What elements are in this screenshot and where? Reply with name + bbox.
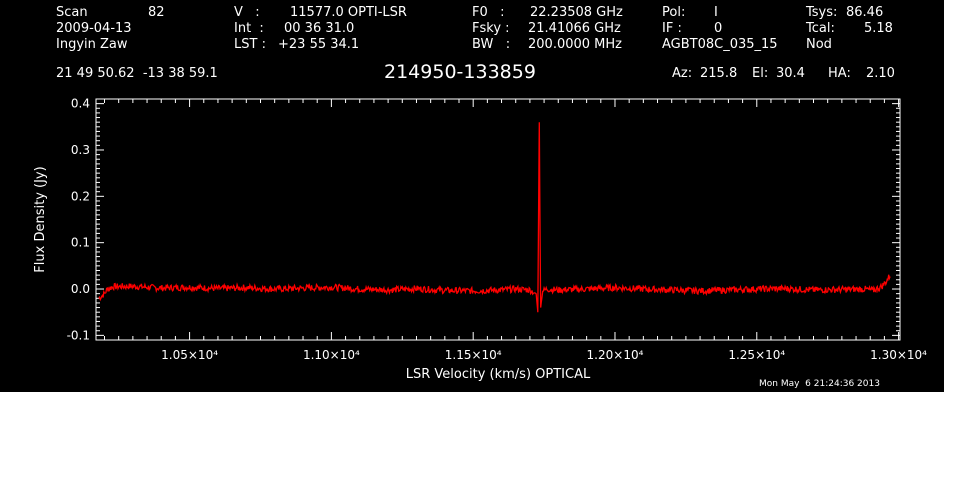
y-tick-label: -0.1 xyxy=(67,328,90,342)
y-tick-labels: -0.1 0.0 0.1 0.2 0.3 0.4 xyxy=(67,97,90,343)
y-tick-label: 0.3 xyxy=(71,143,90,157)
y-tick-label: 0.0 xyxy=(71,282,90,296)
x-tick-label: 1.25×10⁴ xyxy=(728,348,785,362)
x-axis-label: LSR Velocity (km/s) OPTICAL xyxy=(406,367,591,382)
x-tick-label: 1.05×10⁴ xyxy=(161,348,218,362)
y-tick-label: 0.4 xyxy=(71,97,90,111)
plot-timestamp: Mon May 6 21:24:36 2013 xyxy=(759,379,880,389)
plot-frame xyxy=(95,98,901,341)
y-tick-label: 0.2 xyxy=(71,189,90,203)
x-tick-label: 1.30×10⁴ xyxy=(870,348,927,362)
x-tick-label: 1.15×10⁴ xyxy=(445,348,502,362)
x-tick-label: 1.10×10⁴ xyxy=(303,348,360,362)
y-axis-label: Flux Density (Jy) xyxy=(33,166,48,272)
x-tick-label: 1.20×10⁴ xyxy=(587,348,644,362)
x-tick-labels: 1.05×10⁴ 1.10×10⁴ 1.15×10⁴ 1.20×10⁴ 1.25×10⁴… xyxy=(161,348,927,362)
y-tick-label: 0.1 xyxy=(71,236,90,250)
axis-ticks xyxy=(96,98,900,341)
spectrum-trace xyxy=(98,122,891,313)
spectrum-plot: 1.05×10⁴ 1.10×10⁴ 1.15×10⁴ 1.20×10⁴ 1.25×10⁴… xyxy=(33,97,927,382)
